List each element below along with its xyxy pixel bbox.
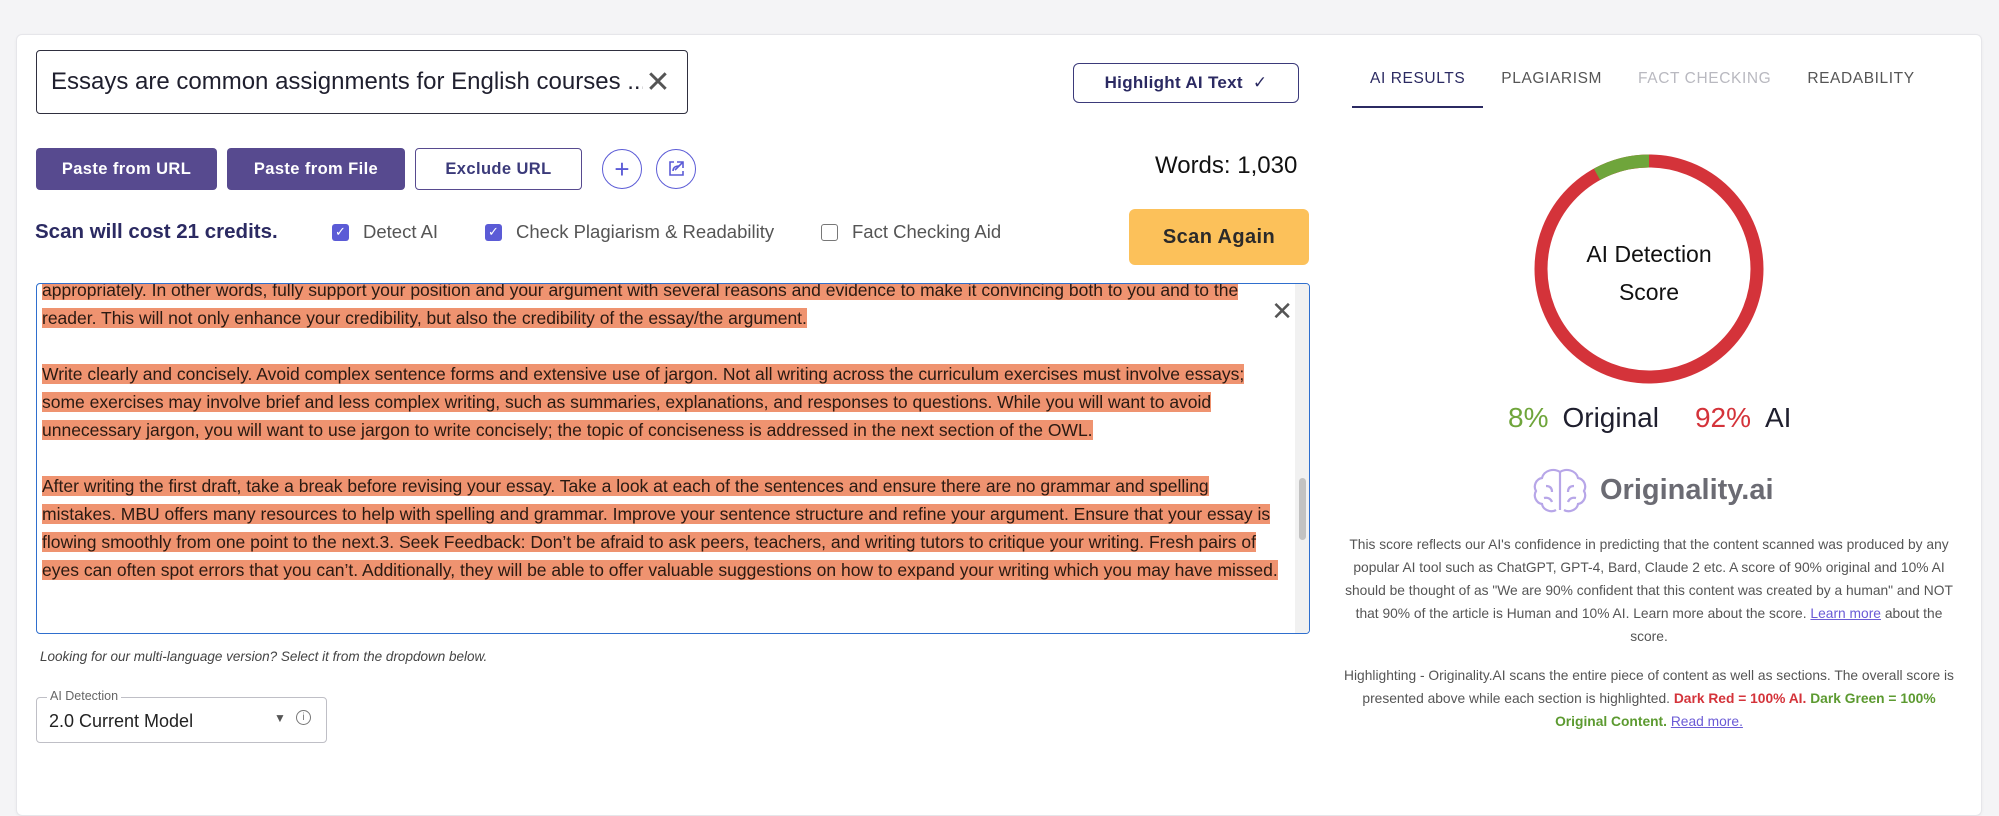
multi-language-hint: Looking for our multi-language version? … [40, 649, 488, 664]
info-icon[interactable]: i [296, 710, 311, 725]
original-label: Original [1562, 402, 1659, 433]
ai-percent: 92% [1694, 402, 1751, 433]
highlighted-paragraph: Write clearly and concisely. Avoid compl… [42, 364, 1245, 440]
model-select-value: 2.0 Current Model [49, 711, 194, 731]
learn-more-link[interactable]: Learn more [1810, 606, 1881, 621]
fact-check-checkbox[interactable] [821, 223, 838, 241]
caret-down-icon[interactable]: ▼ [274, 711, 286, 725]
ai-label: AI [1765, 402, 1792, 433]
add-icon[interactable]: + [602, 149, 642, 189]
donut-label: AI Detection Score [1533, 235, 1765, 311]
original-percent: 8% [1508, 402, 1549, 433]
scan-again-button[interactable]: Scan Again [1129, 209, 1309, 265]
plagiarism-checkbox[interactable]: ✓ [485, 223, 502, 241]
paste-from-url-button[interactable]: Paste from URL [36, 148, 217, 190]
exclude-url-button[interactable]: Exclude URL [415, 148, 582, 190]
title-input[interactable]: Essays are common assignments for Englis… [36, 50, 688, 114]
tab-plagiarism[interactable]: PLAGIARISM [1483, 70, 1620, 108]
fact-check-label: Fact Checking Aid [852, 221, 1002, 242]
originality-logo: Originality.ai [1530, 466, 1774, 514]
highlighting-description: Highlighting - Originality.AI scans the … [1340, 664, 1958, 733]
tab-fact-checking: FACT CHECKING [1638, 70, 1772, 87]
title-input-value[interactable]: Essays are common assignments for Englis… [51, 68, 643, 96]
word-count: Words: 1,030 [1155, 152, 1298, 179]
model-select[interactable]: AI Detection 2.0 Current Model ▼ i [36, 689, 327, 743]
donut-label-line1: AI Detection [1586, 241, 1712, 267]
scrollbar-thumb[interactable] [1299, 478, 1306, 540]
score-description: This score reflects our AI's confidence … [1340, 533, 1958, 648]
plagiarism-option[interactable]: ✓ Check Plagiarism & Readability [485, 221, 774, 243]
scan-cost: Scan will cost 21 credits. [35, 220, 278, 243]
highlighted-paragraph: appropriately. In other words, fully sup… [42, 284, 1239, 328]
paste-from-file-button[interactable]: Paste from File [227, 148, 405, 190]
close-icon[interactable]: ✕ [1271, 298, 1293, 324]
clear-icon[interactable]: ✕ [643, 65, 673, 100]
score-summary: 8% Original 92% AI [1508, 402, 1791, 434]
read-more-link[interactable]: Read more. [1671, 714, 1743, 729]
brand-name: Originality.ai [1600, 473, 1774, 506]
highlight-ai-text-button[interactable]: Highlight AI Text ✓ [1073, 63, 1299, 103]
content-editor[interactable]: appropriately. In other words, fully sup… [36, 283, 1310, 634]
detect-ai-option[interactable]: ✓ Detect AI [332, 221, 438, 243]
editor-scrollbar[interactable] [1295, 284, 1309, 633]
result-tabs: AI RESULTS PLAGIARISM FACT CHECKING READ… [1352, 70, 1933, 108]
plagiarism-label: Check Plagiarism & Readability [516, 221, 775, 242]
fact-check-option[interactable]: Fact Checking Aid [821, 221, 1001, 243]
highlighted-paragraph: After writing the first draft, take a br… [42, 476, 1278, 580]
detect-ai-checkbox[interactable]: ✓ [332, 223, 349, 241]
brain-icon [1533, 468, 1587, 513]
model-select-label: AI Detection [47, 689, 122, 703]
highlight-ai-text-label: Highlight AI Text [1104, 73, 1243, 92]
share-icon[interactable] [656, 149, 696, 189]
check-icon: ✓ [1252, 73, 1268, 92]
dark-red-legend: Dark Red = 100% AI. [1673, 691, 1807, 706]
donut-label-line2: Score [1618, 279, 1680, 305]
detect-ai-label: Detect AI [363, 221, 439, 242]
tab-readability[interactable]: READABILITY [1789, 70, 1932, 108]
tab-ai-results[interactable]: AI RESULTS [1352, 70, 1484, 108]
